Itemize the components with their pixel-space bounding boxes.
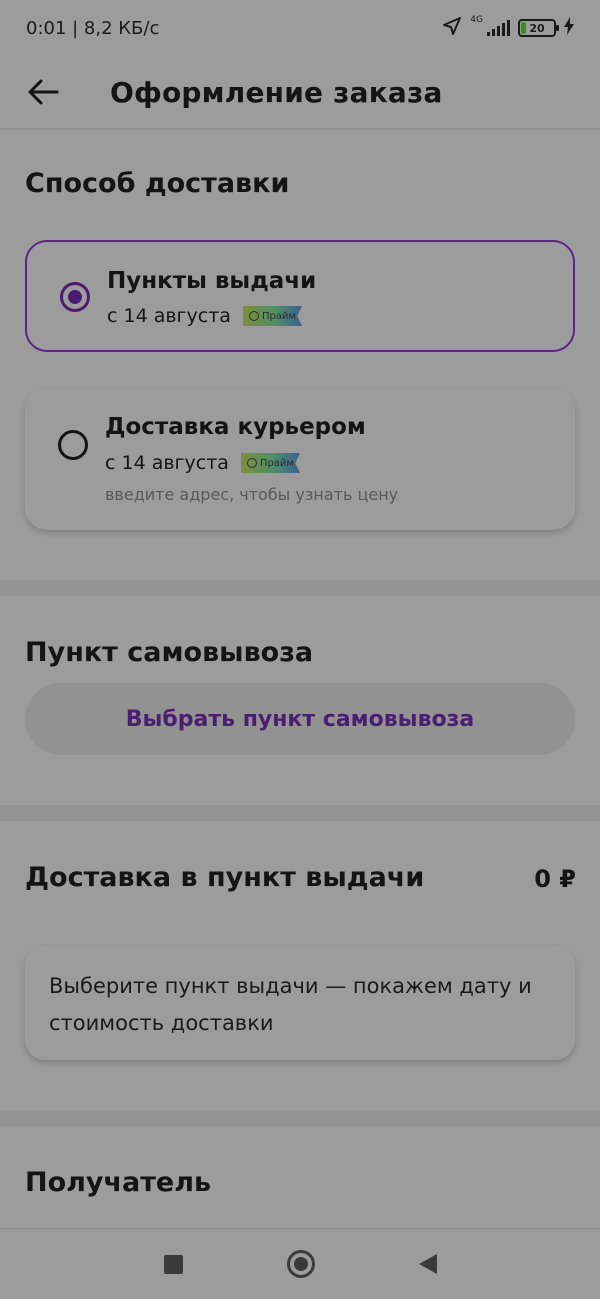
delivery-option-label: Пункты выдачи <box>107 268 317 294</box>
arrow-left-icon <box>28 79 59 105</box>
charging-icon <box>564 16 574 40</box>
delivery-option-date-row: с 14 августа Прайм <box>105 452 300 474</box>
home-icon[interactable] <box>286 1250 315 1278</box>
radio-selected-icon[interactable] <box>60 282 90 312</box>
signal-icon <box>487 20 510 36</box>
recipient-title: Получатель <box>25 1167 212 1198</box>
delivery-option-date-row: с 14 августа Прайм <box>107 305 302 327</box>
delivery-price: 0 ₽ <box>534 865 576 893</box>
delivery-option-courier[interactable]: Доставка курьером с 14 августа Прайм вве… <box>25 388 575 530</box>
system-nav-bar <box>0 1228 600 1299</box>
prime-badge: Прайм <box>240 453 300 473</box>
radio-unselected-icon[interactable] <box>58 430 88 460</box>
delivery-option-label: Доставка курьером <box>105 414 366 440</box>
status-icons: 4G 20 <box>442 15 574 41</box>
prime-check-icon <box>248 311 259 321</box>
section-divider <box>0 580 600 596</box>
battery-level: 20 <box>529 21 545 35</box>
delivery-option-pickup[interactable]: Пункты выдачи с 14 августа Прайм <box>25 240 575 352</box>
status-time-speed: 0:01 | 8,2 КБ/с <box>26 17 160 39</box>
delivery-option-note: введите адрес, чтобы узнать цену <box>105 485 399 504</box>
battery-icon: 20 <box>518 19 559 37</box>
section-divider <box>0 805 600 821</box>
prime-badge: Прайм <box>242 306 302 326</box>
choose-pickup-button[interactable]: Выбрать пункт самовывоза <box>25 683 575 755</box>
location-arrow-icon <box>442 16 462 41</box>
network-type-label: 4G <box>470 15 483 25</box>
back-triangle-icon[interactable] <box>418 1254 437 1274</box>
back-button[interactable] <box>0 55 86 129</box>
pickup-title: Пункт самовывоза <box>25 637 314 668</box>
prime-check-icon <box>246 458 257 468</box>
delivery-option-date: с 14 августа <box>107 305 231 327</box>
delivery-option-date: с 14 августа <box>105 452 229 474</box>
delivery-method-title: Способ доставки <box>25 168 290 199</box>
delivery-cost-title: Доставка в пункт выдачи <box>25 862 425 893</box>
recent-apps-icon[interactable] <box>163 1254 183 1274</box>
page-header: Оформление заказа <box>0 56 600 130</box>
page-title: Оформление заказа <box>110 75 443 109</box>
section-divider <box>0 1110 600 1126</box>
delivery-info-card: Выберите пункт выдачи — покажем дату и с… <box>25 946 575 1060</box>
status-bar: 0:01 | 8,2 КБ/с 4G 20 <box>0 0 600 56</box>
